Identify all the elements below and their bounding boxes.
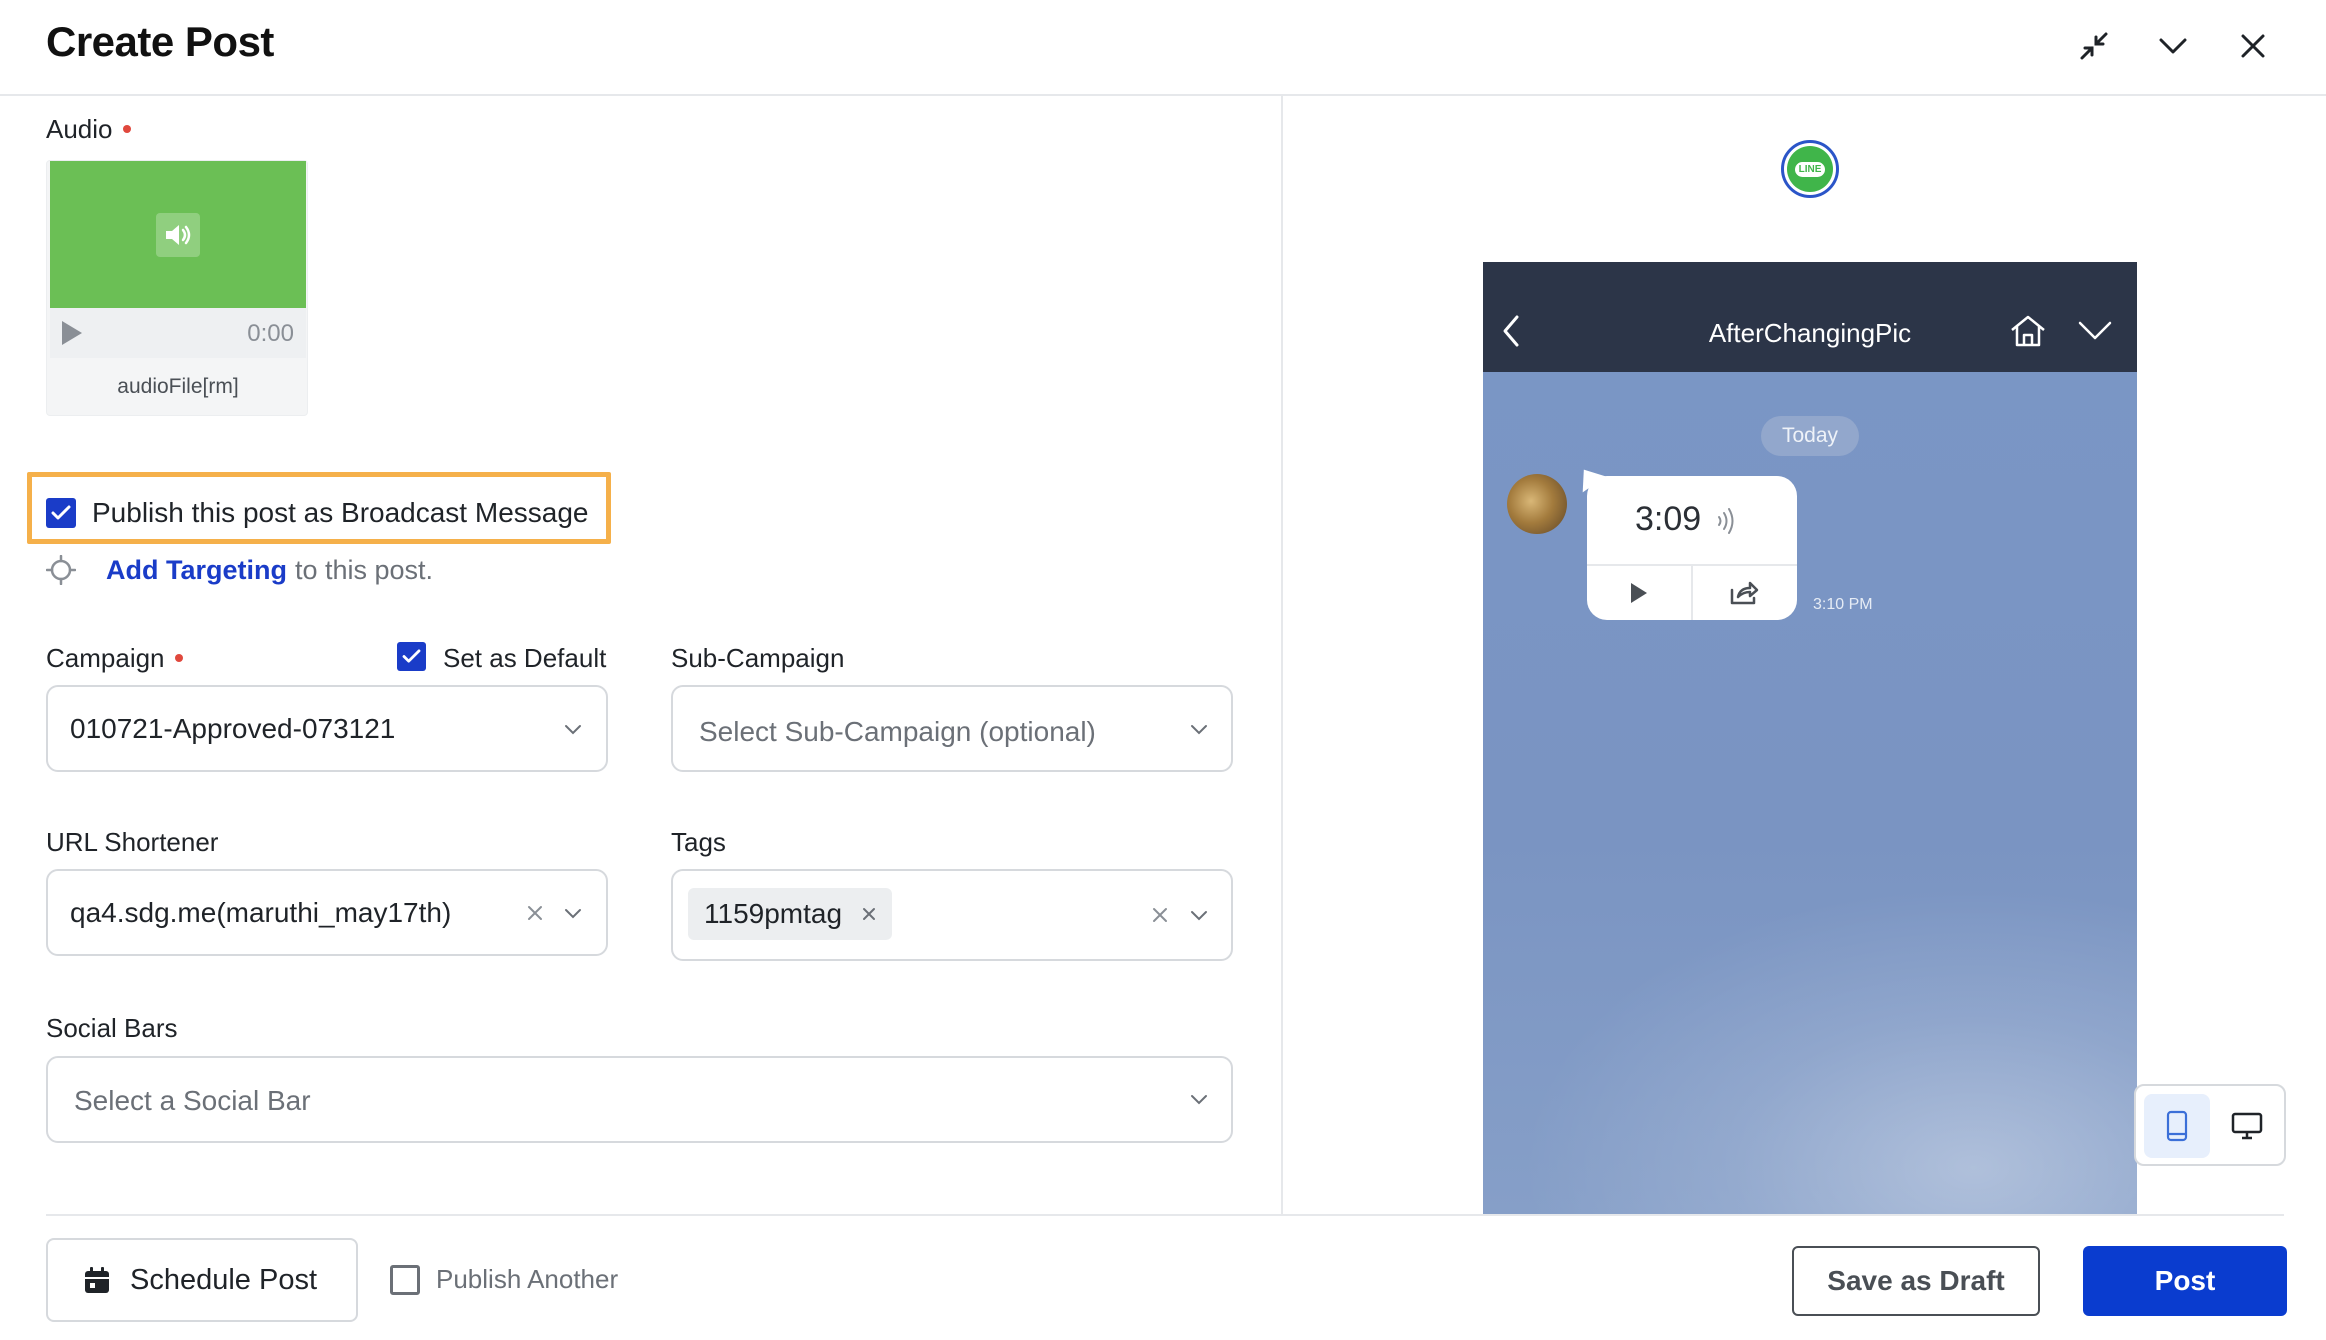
url-shortener-value: qa4.sdg.me(maruthi_may17th) bbox=[70, 897, 452, 928]
campaign-label: Campaign bbox=[46, 643, 183, 674]
chat-header: AfterChangingPic bbox=[1483, 262, 2137, 372]
targeting-suffix: to this post. bbox=[294, 554, 434, 585]
speaker-icon bbox=[156, 212, 200, 257]
view-mode-toggle bbox=[2134, 1084, 2286, 1166]
chevron-down-icon[interactable] bbox=[2077, 320, 2113, 347]
line-badge-inner: LINE bbox=[1787, 146, 1833, 192]
broadcast-checkbox[interactable] bbox=[46, 498, 76, 528]
cloud-background bbox=[1483, 862, 2137, 1214]
publish-another-label[interactable]: Publish Another bbox=[436, 1264, 618, 1295]
add-targeting-link[interactable]: Add Targeting bbox=[106, 555, 287, 586]
crosshair-icon bbox=[46, 555, 76, 585]
sub-campaign-label: Sub-Campaign bbox=[671, 643, 845, 673]
url-shortener-label: URL Shortener bbox=[46, 827, 219, 857]
clear-icon[interactable] bbox=[522, 900, 548, 926]
set-default-checkbox[interactable] bbox=[397, 642, 426, 671]
remove-tag-icon[interactable] bbox=[862, 907, 876, 921]
audio-cover bbox=[50, 161, 306, 308]
sub-campaign-select[interactable]: Select Sub-Campaign (optional) bbox=[671, 685, 1233, 772]
social-bars-label: Social Bars bbox=[46, 1013, 178, 1043]
set-default-label[interactable]: Set as Default bbox=[443, 643, 606, 674]
campaign-value: 010721-Approved-073121 bbox=[70, 713, 396, 744]
chevron-down-icon bbox=[1186, 1087, 1212, 1113]
social-bar-placeholder: Select a Social Bar bbox=[74, 1085, 311, 1116]
audio-filename: audioFile[rm] bbox=[117, 375, 239, 398]
avatar bbox=[1507, 474, 1567, 534]
tags-label: Tags bbox=[671, 827, 726, 857]
mobile-preview: AfterChangingPic Today 3:09 3:10 PM bbox=[1483, 262, 2137, 1214]
post-button[interactable]: Post bbox=[2083, 1246, 2287, 1316]
footer-divider bbox=[46, 1214, 2284, 1216]
share-icon[interactable] bbox=[1729, 580, 1759, 611]
chevron-down-icon bbox=[1186, 903, 1212, 929]
calendar-icon bbox=[82, 1265, 112, 1295]
line-icon[interactable]: LINE bbox=[1781, 140, 1839, 198]
date-pill: Today bbox=[1761, 416, 1859, 456]
audio-message-bubble: 3:09 bbox=[1587, 476, 1797, 620]
mobile-view-icon[interactable] bbox=[2144, 1094, 2210, 1158]
chevron-down-icon bbox=[560, 717, 586, 743]
publish-another-checkbox[interactable] bbox=[390, 1265, 420, 1295]
schedule-post-label: Schedule Post bbox=[130, 1263, 318, 1296]
campaign-label-text: Campaign bbox=[46, 643, 165, 673]
home-icon[interactable] bbox=[2009, 314, 2047, 353]
chevron-down-icon bbox=[560, 901, 586, 927]
page-title: Create Post bbox=[46, 18, 274, 65]
chevron-down-icon[interactable] bbox=[2149, 22, 2197, 70]
audio-label-text: Audio bbox=[46, 114, 113, 144]
sub-campaign-placeholder: Select Sub-Campaign (optional) bbox=[699, 716, 1096, 747]
required-indicator bbox=[174, 654, 183, 663]
social-bar-select[interactable]: Select a Social Bar bbox=[46, 1056, 1233, 1143]
audio-duration: 3:09 bbox=[1635, 500, 1702, 538]
message-time: 3:10 PM bbox=[1813, 596, 1873, 613]
audio-player: 0:00 bbox=[50, 308, 306, 358]
tag-chip-label: 1159pmtag bbox=[704, 898, 843, 929]
clear-icon[interactable] bbox=[1147, 902, 1173, 928]
chevron-down-icon bbox=[1186, 717, 1212, 743]
audio-label: Audio bbox=[46, 114, 131, 145]
dialog-header: Create Post bbox=[0, 0, 2326, 96]
desktop-view-icon[interactable] bbox=[2216, 1094, 2278, 1158]
collapse-icon[interactable] bbox=[2070, 22, 2118, 70]
campaign-select[interactable]: 010721-Approved-073121 bbox=[46, 685, 608, 772]
line-badge-text: LINE bbox=[1794, 161, 1826, 177]
audio-attachment-card: 0:00 audioFile[rm] bbox=[46, 160, 308, 416]
tag-chip: 1159pmtag bbox=[688, 888, 893, 940]
targeting-row: Add Targeting to this post. bbox=[46, 552, 433, 588]
play-icon[interactable] bbox=[1629, 582, 1649, 609]
broadcast-label[interactable]: Publish this post as Broadcast Message bbox=[92, 497, 588, 529]
sound-wave-icon bbox=[1715, 504, 1739, 543]
bubble-divider bbox=[1691, 564, 1693, 620]
close-icon[interactable] bbox=[2229, 22, 2277, 70]
audio-time: 0:00 bbox=[247, 320, 294, 347]
required-indicator bbox=[122, 125, 131, 134]
url-shortener-select[interactable]: qa4.sdg.me(maruthi_may17th) bbox=[46, 869, 608, 956]
save-draft-button[interactable]: Save as Draft bbox=[1792, 1246, 2040, 1316]
schedule-post-button[interactable]: Schedule Post bbox=[46, 1238, 358, 1322]
play-icon[interactable] bbox=[60, 320, 84, 351]
